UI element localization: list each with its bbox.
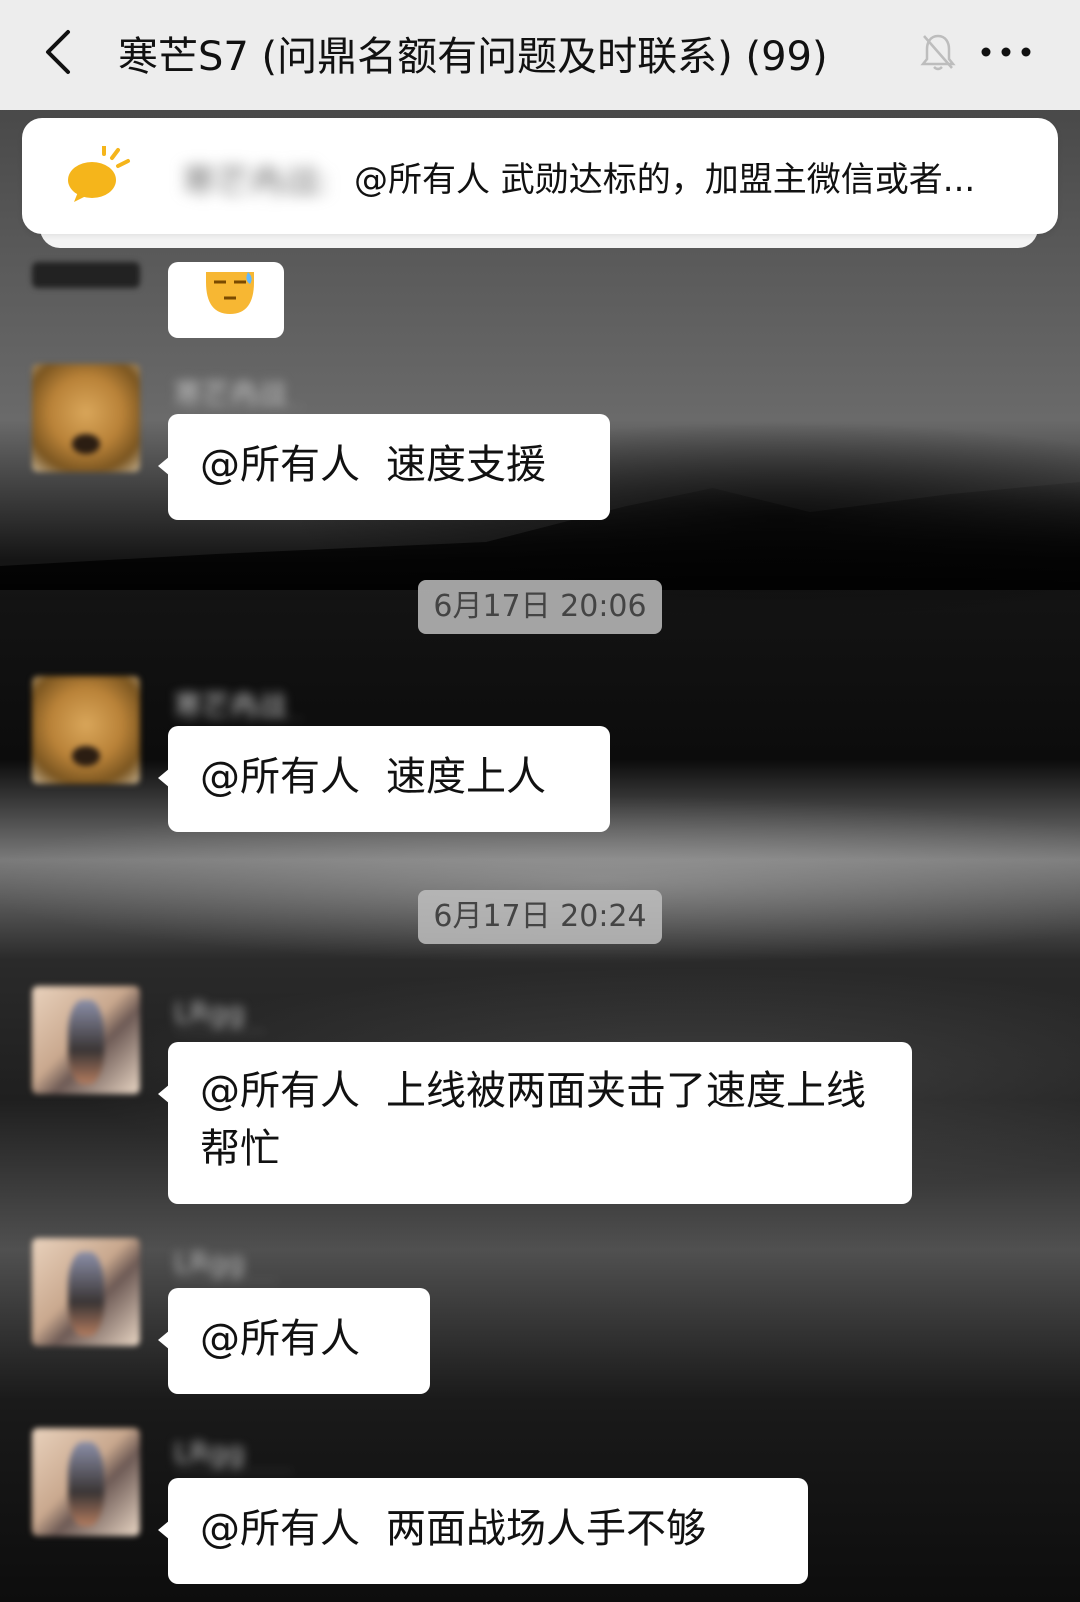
sender-name: LRgg: [174, 996, 266, 1032]
mention: @所有人: [200, 1068, 360, 1114]
sender-name: 寒芒冉战: [174, 372, 304, 410]
avatar[interactable]: [32, 1238, 140, 1346]
avatar[interactable]: [32, 676, 140, 784]
message-bubble[interactable]: @所有人: [158, 1288, 430, 1394]
mention: @所有人: [200, 754, 360, 800]
pinned-announcement[interactable]: 寒芒冉战: @所有人 武勋达标的，加盟主微信或者...: [22, 118, 1058, 234]
avatar[interactable]: [32, 364, 140, 472]
timestamp: 6月17日 20:24: [418, 890, 662, 944]
message-bubble[interactable]: @所有人 上线被两面夹击了速度上线帮忙: [158, 1042, 912, 1204]
emoji-bubble[interactable]: [168, 262, 284, 338]
avatar[interactable]: [32, 986, 140, 1094]
pinned-text: @所有人 武勋达标的，加盟主微信或者...: [354, 160, 976, 200]
avatar[interactable]: [32, 1428, 140, 1536]
sender-name: LRgg: [174, 1436, 294, 1472]
chat-header: 寒芒S7 (问鼎名额有问题及时联系) (99): [0, 0, 1080, 110]
timestamp: 6月17日 20:06: [418, 580, 662, 634]
chat-title: 寒芒S7 (问鼎名额有问题及时联系) (99): [118, 34, 828, 80]
bell-off-icon: [920, 34, 956, 71]
message-text: 两面战场人手不够: [386, 1506, 706, 1552]
message-bubble[interactable]: @所有人 速度上人: [158, 726, 610, 832]
mention: @所有人: [200, 442, 360, 488]
chevron-left-icon[interactable]: [40, 28, 80, 76]
sender-name: 寒芒冉战: [174, 684, 304, 722]
mention: @所有人: [200, 1316, 360, 1362]
mention: @所有人: [200, 1506, 360, 1552]
message-text: 速度支援: [386, 442, 546, 488]
sleepy-face-icon: [206, 272, 254, 314]
sender-name: LRgg: [174, 1246, 278, 1282]
message-bubble[interactable]: @所有人 两面战场人手不够: [158, 1478, 808, 1584]
more-dots-icon[interactable]: [978, 30, 1034, 74]
avatar[interactable]: [32, 262, 140, 288]
message-text: 速度上人: [386, 754, 546, 800]
message-bubble[interactable]: @所有人 速度支援: [158, 414, 610, 520]
pinned-sender: 寒芒冉战:: [182, 162, 330, 202]
megaphone-icon: [68, 146, 130, 202]
